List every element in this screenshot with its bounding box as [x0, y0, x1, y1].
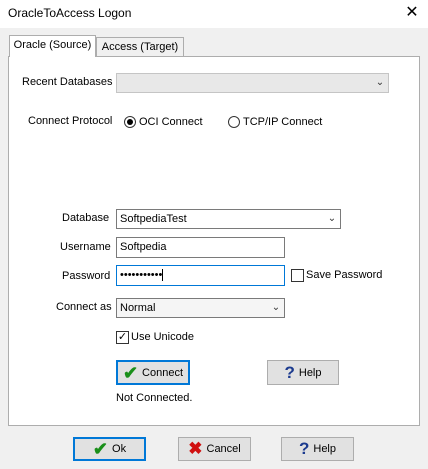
connect-as-select[interactable]: Normal ⌄: [116, 298, 285, 318]
cancel-icon: ✖: [188, 439, 203, 458]
ok-button[interactable]: ✔ Ok: [73, 437, 146, 461]
password-label: Password: [62, 270, 111, 282]
window-title: OracleToAccess Logon: [8, 6, 132, 20]
connect-protocol-label: Connect Protocol: [28, 115, 113, 127]
recent-databases-select[interactable]: ⌄: [116, 73, 389, 93]
tcpip-connect-radio[interactable]: [228, 116, 240, 128]
footer-help-button[interactable]: ? Help: [281, 437, 354, 461]
connect-button-label: Connect: [142, 366, 184, 379]
chevron-down-icon[interactable]: ⌄: [324, 210, 340, 228]
title-bar: OracleToAccess Logon ✕: [0, 0, 428, 28]
username-label: Username: [60, 241, 111, 253]
cancel-button[interactable]: ✖ Cancel: [178, 437, 251, 461]
chevron-down-icon[interactable]: ⌄: [268, 299, 284, 317]
password-value: •••••••••••: [120, 269, 163, 281]
database-select[interactable]: SoftpediaTest ⌄: [116, 209, 341, 229]
connection-status: Not Connected.: [116, 392, 193, 404]
username-input[interactable]: Softpedia: [116, 237, 285, 258]
help-icon: ?: [298, 439, 310, 458]
recent-databases-label: Recent Databases: [22, 76, 113, 88]
help-icon: ?: [284, 362, 295, 382]
connect-as-label: Connect as: [56, 301, 112, 313]
connect-as-value: Normal: [120, 302, 156, 314]
database-label: Database: [62, 212, 110, 224]
source-help-label: Help: [298, 366, 322, 379]
text-cursor: [162, 269, 164, 282]
check-icon: ✔: [92, 439, 109, 459]
footer-help-label: Help: [313, 443, 336, 455]
radio-dot-icon: [127, 119, 133, 125]
oci-connect-label[interactable]: OCI Connect: [139, 116, 203, 128]
save-password-checkbox[interactable]: [291, 269, 304, 282]
oci-connect-radio[interactable]: [124, 116, 136, 128]
connect-button[interactable]: ✔ Connect: [116, 360, 190, 385]
password-input[interactable]: •••••••••••: [116, 265, 285, 286]
close-icon[interactable]: ✕: [402, 2, 422, 24]
ok-button-label: Ok: [112, 443, 127, 455]
tab-access-target[interactable]: Access (Target): [96, 37, 184, 57]
use-unicode-label[interactable]: Use Unicode: [131, 331, 194, 343]
source-help-button[interactable]: ? Help: [267, 360, 339, 385]
use-unicode-checkbox[interactable]: ✓: [116, 331, 129, 344]
check-icon: ✔: [122, 362, 139, 383]
tcpip-connect-label[interactable]: TCP/IP Connect: [243, 116, 322, 128]
save-password-label[interactable]: Save Password: [306, 269, 382, 281]
username-value: Softpedia: [120, 241, 167, 253]
database-value: SoftpediaTest: [120, 213, 187, 225]
chevron-down-icon[interactable]: ⌄: [372, 74, 388, 92]
cancel-button-label: Cancel: [206, 443, 241, 455]
tab-oracle-source[interactable]: Oracle (Source): [9, 35, 96, 57]
